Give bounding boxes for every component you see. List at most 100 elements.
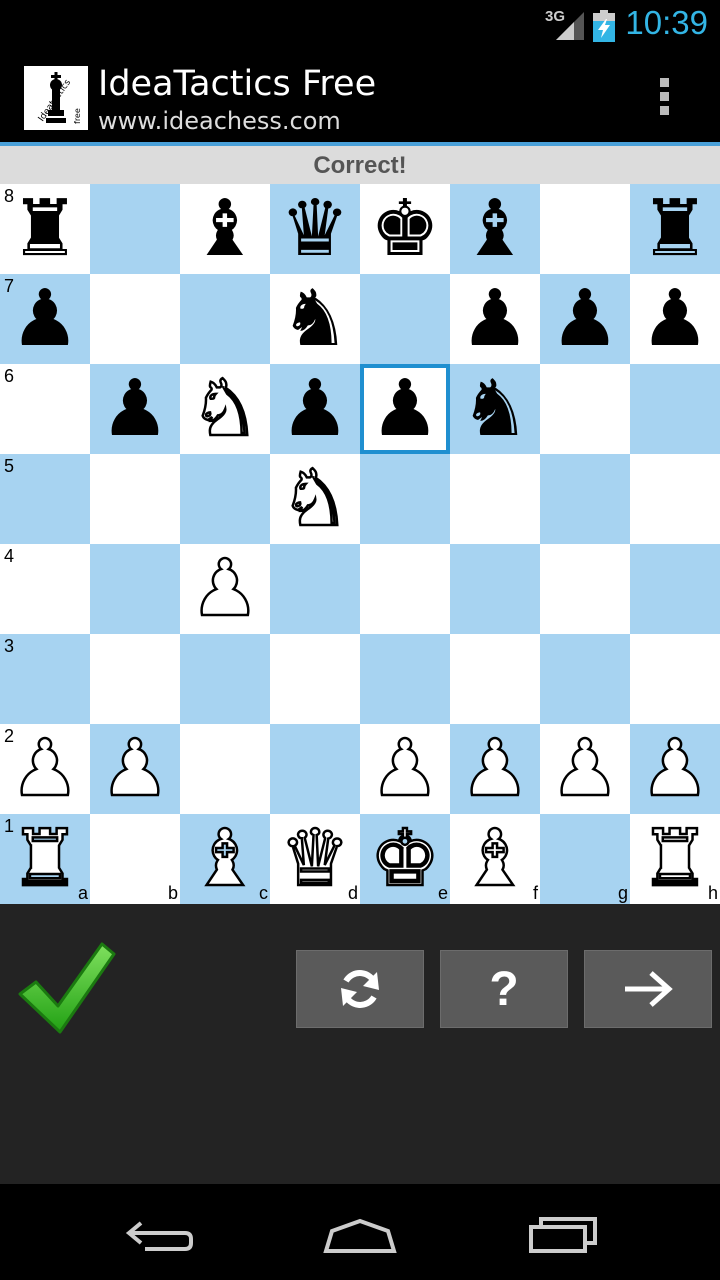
square-a6[interactable]: 6 xyxy=(0,364,90,454)
square-d5[interactable]: ♞ xyxy=(270,453,360,546)
square-b6[interactable]: ♟ xyxy=(90,364,180,454)
chess-board[interactable]: 8 ♜ ♝ ♛ ♚ ♝ ♜ 7 ♟ ♞ ♟ ♟ ♟ 6 ♟ ♞ ♟ ♟ ♞ 5 ♞ 4 ♟ 3 2 ♟ ♟ ♟ ♟ ♟ ♟ 1 ♜ a b ♝ c ♛ d ♚… xyxy=(0,184,720,906)
black-pawn-icon[interactable]: ♟ xyxy=(540,274,630,364)
white-pawn-icon[interactable]: ♟ xyxy=(180,543,270,636)
square-e8[interactable]: ♚ xyxy=(360,184,450,274)
black-pawn-icon[interactable]: ♟ xyxy=(270,364,360,454)
black-pawn-icon[interactable]: ♟ xyxy=(360,364,450,454)
square-d8[interactable]: ♛ xyxy=(270,184,360,274)
square-g7[interactable]: ♟ xyxy=(540,274,630,364)
white-pawn-icon[interactable]: ♟ xyxy=(0,723,90,816)
square-f5[interactable] xyxy=(450,454,540,544)
square-g1[interactable]: g xyxy=(540,814,630,904)
white-knight-icon[interactable]: ♞ xyxy=(270,453,360,546)
square-b1[interactable]: b xyxy=(90,814,180,904)
square-d6[interactable]: ♟ xyxy=(270,364,360,454)
square-b8[interactable] xyxy=(90,184,180,274)
square-e1[interactable]: ♚ e xyxy=(360,813,450,905)
square-h4[interactable] xyxy=(630,544,720,634)
square-a5[interactable]: 5 xyxy=(0,454,90,544)
square-e7[interactable] xyxy=(360,274,450,364)
square-f4[interactable] xyxy=(450,544,540,634)
black-pawn-icon[interactable]: ♟ xyxy=(450,274,540,364)
white-pawn-icon[interactable]: ♟ xyxy=(450,723,540,816)
square-b4[interactable] xyxy=(90,544,180,634)
white-pawn-icon[interactable]: ♟ xyxy=(540,723,630,816)
overflow-menu-icon[interactable] xyxy=(654,78,674,126)
square-a1[interactable]: 1 ♜ a xyxy=(0,813,90,906)
square-h5[interactable] xyxy=(630,454,720,544)
square-c7[interactable] xyxy=(180,274,270,364)
square-d1[interactable]: ♛ d xyxy=(270,813,360,906)
square-h8[interactable]: ♜ xyxy=(630,184,720,274)
square-g5[interactable] xyxy=(540,454,630,544)
white-bishop-icon[interactable]: ♝ xyxy=(180,813,270,906)
black-pawn-icon[interactable]: ♟ xyxy=(0,274,90,364)
square-e2[interactable]: ♟ xyxy=(360,723,450,816)
square-c1[interactable]: ♝ c xyxy=(180,813,270,906)
square-d4[interactable] xyxy=(270,544,360,634)
square-f3[interactable] xyxy=(450,634,540,724)
white-bishop-icon[interactable]: ♝ xyxy=(450,813,540,906)
square-e3[interactable] xyxy=(360,634,450,724)
home-button[interactable] xyxy=(315,1210,405,1260)
square-g8[interactable] xyxy=(540,184,630,274)
square-c3[interactable] xyxy=(180,634,270,724)
square-h3[interactable] xyxy=(630,634,720,724)
square-c8[interactable]: ♝ xyxy=(180,184,270,274)
square-b7[interactable] xyxy=(90,274,180,364)
black-knight-icon[interactable]: ♞ xyxy=(450,364,540,454)
square-f8[interactable]: ♝ xyxy=(450,184,540,274)
white-queen-icon[interactable]: ♛ xyxy=(270,813,360,906)
white-rook-icon[interactable]: ♜ xyxy=(0,813,90,906)
square-g6[interactable] xyxy=(540,364,630,454)
black-rook-icon[interactable]: ♜ xyxy=(0,184,90,274)
square-b3[interactable] xyxy=(90,634,180,724)
square-a8[interactable]: 8 ♜ xyxy=(0,184,90,274)
recent-apps-button[interactable] xyxy=(518,1210,608,1260)
hint-button[interactable]: ? xyxy=(440,950,568,1028)
white-pawn-icon[interactable]: ♟ xyxy=(90,723,180,816)
back-button[interactable] xyxy=(115,1210,205,1260)
square-b5[interactable] xyxy=(90,454,180,544)
square-f7[interactable]: ♟ xyxy=(450,274,540,364)
square-f6[interactable]: ♞ xyxy=(450,364,540,454)
square-d7[interactable]: ♞ xyxy=(270,274,360,364)
square-c5[interactable] xyxy=(180,454,270,544)
black-knight-icon[interactable]: ♞ xyxy=(270,274,360,364)
white-pawn-icon[interactable]: ♟ xyxy=(630,723,720,816)
next-button[interactable] xyxy=(584,950,712,1028)
square-d3[interactable] xyxy=(270,634,360,724)
black-king-icon[interactable]: ♚ xyxy=(360,184,450,274)
square-f1[interactable]: ♝ f xyxy=(450,813,540,906)
black-rook-icon[interactable]: ♜ xyxy=(630,184,720,274)
square-e6[interactable]: ♟ xyxy=(360,364,450,454)
white-knight-icon[interactable]: ♞ xyxy=(180,363,270,456)
black-pawn-icon[interactable]: ♟ xyxy=(630,274,720,364)
square-a3[interactable]: 3 xyxy=(0,634,90,724)
square-g2[interactable]: ♟ xyxy=(540,723,630,816)
square-a2[interactable]: 2 ♟ xyxy=(0,723,90,816)
square-b2[interactable]: ♟ xyxy=(90,723,180,816)
black-queen-icon[interactable]: ♛ xyxy=(270,184,360,274)
white-pawn-icon[interactable]: ♟ xyxy=(360,723,450,816)
square-f2[interactable]: ♟ xyxy=(450,723,540,816)
square-c2[interactable] xyxy=(180,724,270,814)
square-c6[interactable]: ♞ xyxy=(180,363,270,456)
black-bishop-icon[interactable]: ♝ xyxy=(180,184,270,274)
square-g3[interactable] xyxy=(540,634,630,724)
square-g4[interactable] xyxy=(540,544,630,634)
square-h7[interactable]: ♟ xyxy=(630,274,720,364)
refresh-button[interactable] xyxy=(296,950,424,1028)
square-h2[interactable]: ♟ xyxy=(630,723,720,816)
black-bishop-icon[interactable]: ♝ xyxy=(450,184,540,274)
square-h1[interactable]: ♜ h xyxy=(630,813,720,906)
square-h6[interactable] xyxy=(630,364,720,454)
square-c4[interactable]: ♟ xyxy=(180,543,270,636)
square-e5[interactable] xyxy=(360,454,450,544)
square-e4[interactable] xyxy=(360,544,450,634)
square-d2[interactable] xyxy=(270,724,360,814)
square-a7[interactable]: 7 ♟ xyxy=(0,274,90,364)
square-a4[interactable]: 4 xyxy=(0,544,90,634)
white-rook-icon[interactable]: ♜ xyxy=(630,813,720,906)
